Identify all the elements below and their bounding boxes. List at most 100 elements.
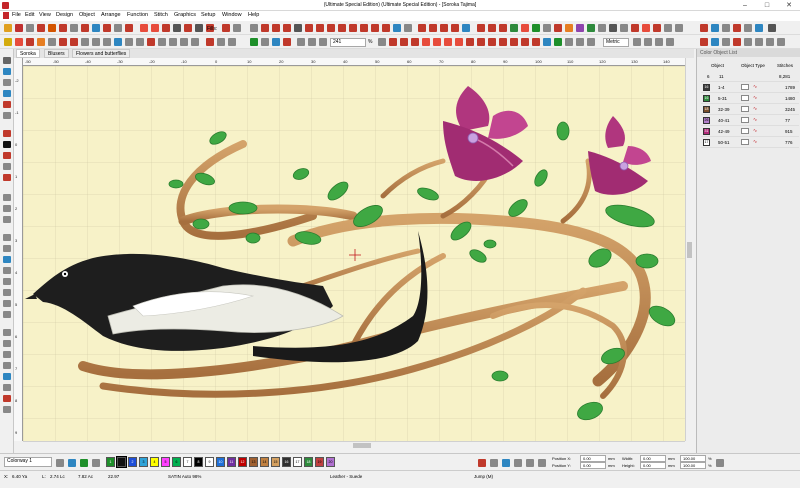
align-center-icon[interactable] bbox=[3, 300, 11, 307]
mirror-icon[interactable] bbox=[228, 38, 236, 46]
cube-icon[interactable] bbox=[521, 24, 529, 32]
measure-icon[interactable] bbox=[3, 194, 11, 201]
measure-tool-icon[interactable] bbox=[195, 24, 203, 32]
stitch-grid-icon[interactable] bbox=[576, 38, 584, 46]
toggle-icon[interactable] bbox=[722, 24, 730, 32]
auto-icon[interactable] bbox=[400, 38, 408, 46]
record-icon[interactable] bbox=[3, 174, 11, 181]
bean-stitch-icon[interactable] bbox=[440, 24, 448, 32]
menu-window[interactable]: Window bbox=[222, 12, 242, 18]
panel-icon[interactable] bbox=[675, 24, 683, 32]
width-tool-icon[interactable] bbox=[360, 24, 368, 32]
network-icon[interactable] bbox=[755, 38, 763, 46]
scroll-thumb[interactable] bbox=[687, 242, 692, 258]
position-x-input[interactable]: 0.00 bbox=[580, 455, 606, 462]
dot-grid-icon[interactable] bbox=[3, 245, 11, 252]
thread-color-chip[interactable]: 15 bbox=[271, 457, 280, 467]
pull-tool-icon[interactable] bbox=[338, 24, 346, 32]
heart-tool-icon[interactable] bbox=[59, 38, 67, 46]
color-row[interactable]: 17 50-51 ∿ 776 bbox=[701, 137, 799, 148]
import-icon[interactable] bbox=[26, 38, 34, 46]
colorway-select[interactable]: Colorway 1 bbox=[4, 457, 52, 467]
refresh-icon[interactable] bbox=[378, 38, 386, 46]
angle-tool-icon[interactable] bbox=[371, 24, 379, 32]
dropdown-icon[interactable] bbox=[92, 459, 100, 467]
disk-icon[interactable] bbox=[733, 38, 741, 46]
trim-tool-icon[interactable] bbox=[283, 24, 291, 32]
camera-icon[interactable] bbox=[664, 24, 672, 32]
underlay-tool-icon[interactable] bbox=[327, 24, 335, 32]
start-icon[interactable] bbox=[272, 38, 280, 46]
color-row[interactable]: 26 40-41 ∿ 77 bbox=[701, 115, 799, 126]
thread-color-chip[interactable]: 18 bbox=[304, 457, 313, 467]
wave-tool-icon[interactable] bbox=[3, 256, 11, 263]
stitch-heart-icon[interactable] bbox=[499, 38, 507, 46]
pattern-icon[interactable] bbox=[3, 267, 11, 274]
needle-threader-icon[interactable] bbox=[502, 459, 510, 467]
summary-row[interactable]: 6 11 8,281 bbox=[701, 71, 799, 82]
curve-tool-icon[interactable] bbox=[48, 24, 56, 32]
align-icon[interactable] bbox=[755, 24, 763, 32]
menu-function[interactable]: Function bbox=[127, 12, 148, 18]
circle-icon[interactable] bbox=[711, 24, 719, 32]
group-icon[interactable] bbox=[3, 373, 11, 380]
end-icon[interactable] bbox=[283, 38, 291, 46]
tab-flowers-and-butterflies[interactable]: Flowers and butterflies bbox=[72, 49, 131, 58]
minimize-button[interactable]: – bbox=[734, 0, 756, 11]
arrow-tool-icon[interactable] bbox=[81, 24, 89, 32]
help-icon[interactable] bbox=[777, 38, 785, 46]
fill-black-icon[interactable] bbox=[3, 141, 11, 148]
units-select[interactable]: Metric bbox=[603, 38, 629, 47]
stitch-pattern-icon[interactable] bbox=[478, 459, 486, 467]
thread-color-chip[interactable]: 19 bbox=[315, 457, 324, 467]
hoop-icon[interactable] bbox=[543, 24, 551, 32]
document-icon[interactable] bbox=[3, 12, 9, 19]
order-icon[interactable] bbox=[3, 406, 11, 413]
thread-color-chip[interactable]: 13 bbox=[249, 457, 258, 467]
export-icon[interactable] bbox=[700, 38, 708, 46]
color-chip[interactable]: 31 bbox=[703, 128, 710, 135]
paint-icon[interactable] bbox=[48, 38, 56, 46]
zoom-in-icon[interactable] bbox=[297, 38, 305, 46]
folder-recent-icon[interactable] bbox=[103, 38, 111, 46]
stitch-leaf-icon[interactable] bbox=[477, 38, 485, 46]
folder-open-icon[interactable] bbox=[92, 38, 100, 46]
thread-color-chip[interactable]: 2 bbox=[128, 457, 137, 467]
scan-icon[interactable] bbox=[37, 38, 45, 46]
satin-tool-icon[interactable] bbox=[140, 24, 148, 32]
print-icon[interactable] bbox=[609, 24, 617, 32]
preview-icon[interactable] bbox=[136, 38, 144, 46]
thread-color-chip[interactable]: 7 bbox=[183, 457, 192, 467]
stitch-zig-icon[interactable] bbox=[422, 38, 430, 46]
scale-tool-icon[interactable] bbox=[3, 340, 11, 347]
flip-icon[interactable] bbox=[744, 24, 752, 32]
zoom-angle-field[interactable]: 241 bbox=[330, 38, 366, 47]
scissors-icon[interactable] bbox=[261, 38, 269, 46]
letter-tool-icon[interactable] bbox=[222, 24, 230, 32]
tree-icon[interactable] bbox=[510, 24, 518, 32]
new-file-icon[interactable] bbox=[4, 38, 12, 46]
crosshair-icon[interactable] bbox=[15, 24, 23, 32]
menu-object[interactable]: Object bbox=[79, 12, 95, 18]
pan-icon[interactable] bbox=[3, 205, 11, 212]
stitch-loop-icon[interactable] bbox=[532, 38, 540, 46]
sun-icon[interactable] bbox=[642, 24, 650, 32]
palette-grid-icon[interactable] bbox=[68, 459, 76, 467]
bezier-icon[interactable] bbox=[70, 38, 78, 46]
select-arrow-icon[interactable] bbox=[3, 57, 11, 64]
thread-color-chip[interactable]: 14 bbox=[260, 457, 269, 467]
thread-color-chip[interactable]: 9 bbox=[205, 457, 214, 467]
guide-icon[interactable] bbox=[655, 38, 663, 46]
thread-color-chip[interactable]: 20 bbox=[326, 457, 335, 467]
align-right-icon[interactable] bbox=[3, 311, 11, 318]
print-file-icon[interactable] bbox=[125, 38, 133, 46]
stitch-flower-icon[interactable] bbox=[488, 38, 496, 46]
stitch-ring-icon[interactable] bbox=[554, 38, 562, 46]
redo-icon[interactable] bbox=[217, 38, 225, 46]
density-tool-icon[interactable] bbox=[349, 24, 357, 32]
thread-color-chip[interactable]: 4 bbox=[150, 457, 159, 467]
thread-color-chip[interactable] bbox=[116, 456, 127, 468]
palette-icon[interactable] bbox=[587, 24, 595, 32]
thread-color-chip[interactable]: 1 bbox=[106, 457, 115, 467]
color-chip[interactable]: 18 bbox=[703, 106, 710, 113]
